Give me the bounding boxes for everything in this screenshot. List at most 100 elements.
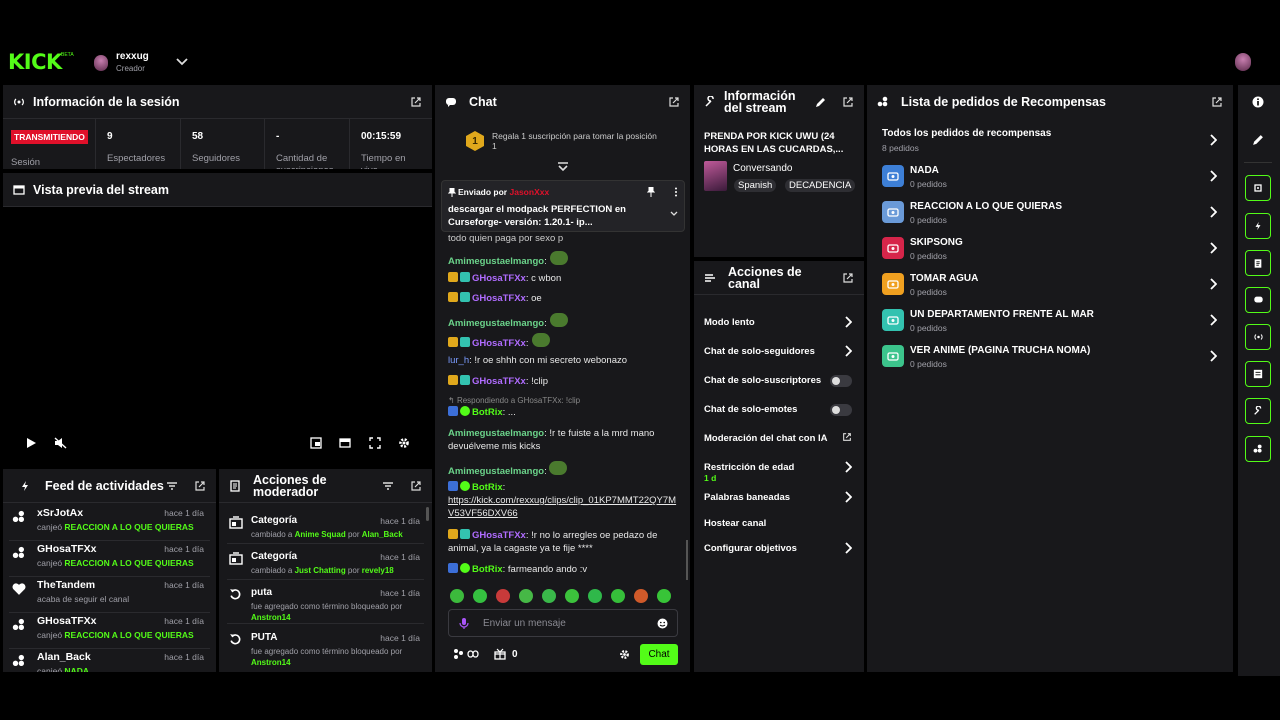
external-link-icon[interactable] <box>668 96 680 108</box>
emote-icon[interactable] <box>657 589 671 603</box>
tag[interactable]: DECADENCIA <box>785 179 856 192</box>
pin-icon[interactable] <box>647 187 655 197</box>
feed-user[interactable]: Alan_Back <box>37 651 91 663</box>
chat-username[interactable]: GHosaTFXx <box>472 273 526 284</box>
emote-icon[interactable] <box>496 589 510 603</box>
emote-icon[interactable] <box>634 589 648 603</box>
channel-action-item[interactable]: Chat de solo-emotes <box>694 400 864 424</box>
gear-icon[interactable] <box>619 649 630 660</box>
pencil-icon[interactable] <box>1252 134 1264 146</box>
more-options-icon[interactable] <box>674 187 678 197</box>
chevron-down-icon[interactable] <box>176 57 188 67</box>
rail-button-rewards[interactable] <box>1245 436 1271 462</box>
chat-username[interactable]: Amimegustaelmango <box>448 256 544 267</box>
emote-icon[interactable] <box>519 589 533 603</box>
channel-action-item[interactable]: Hostear canal <box>694 514 864 538</box>
reward-item[interactable]: TOMAR AGUA 0 pedidos <box>867 270 1233 300</box>
theater-icon[interactable] <box>339 437 351 449</box>
modaction-item[interactable]: PUTA hace 1 día fue agregado como término … <box>219 630 432 670</box>
gift-box-icon[interactable] <box>494 648 506 660</box>
modaction-item[interactable]: puta hace 1 día fue agregado como término … <box>219 585 432 625</box>
play-icon[interactable] <box>25 437 37 449</box>
chevron-right-icon <box>1209 278 1217 290</box>
live-time: 00:15:59 <box>361 131 402 142</box>
chat-scrollbar[interactable] <box>686 540 688 580</box>
rail-button-chat[interactable] <box>1245 287 1271 313</box>
feed-user[interactable]: TheTandem <box>37 579 95 591</box>
profile-avatar[interactable] <box>1235 53 1251 71</box>
rail-button-session[interactable] <box>1245 324 1271 350</box>
feed-user[interactable]: xSrJotAx <box>37 507 83 519</box>
kick-logo[interactable]: KICK BETA <box>8 50 74 74</box>
filter-icon[interactable] <box>166 480 178 492</box>
channel-action-item[interactable]: Chat de solo-suscriptores <box>694 371 864 395</box>
external-link-icon[interactable] <box>1211 96 1223 108</box>
all-rewards-row[interactable]: Todos los pedidos de recompensas 8 pedid… <box>867 125 1233 155</box>
chevron-down-icon[interactable] <box>670 211 678 217</box>
gear-icon[interactable] <box>398 437 410 449</box>
external-link-icon[interactable] <box>410 480 422 492</box>
tag[interactable]: Spanish <box>734 179 777 192</box>
chat-username[interactable]: GHosaTFXx <box>472 376 526 387</box>
external-link-icon[interactable] <box>842 96 854 108</box>
fullscreen-icon[interactable] <box>369 437 381 449</box>
reward-item[interactable]: SKIPSONG 0 pedidos <box>867 234 1233 264</box>
pinned-message[interactable]: Enviado por JasonXxx descargar el modpac… <box>441 180 685 232</box>
emote-icon[interactable] <box>588 589 602 603</box>
feed-item[interactable]: xSrJotAx hace 1 día canjeó REACCION A LO Q… <box>3 505 216 541</box>
rail-button-modactions[interactable] <box>1245 250 1271 276</box>
channel-action-item[interactable]: Restricción de edad 1 d <box>694 458 864 483</box>
reward-item[interactable]: UN DEPARTAMENTO FRENTE AL MAR 0 pedidos <box>867 306 1233 336</box>
reward-item[interactable]: NADA 0 pedidos <box>867 162 1233 192</box>
emote-icon[interactable] <box>450 589 464 603</box>
edit-icon[interactable] <box>815 97 826 108</box>
reward-item[interactable]: VER ANIME (PAGINA TRUCHA NOMA) 0 pedidos <box>867 342 1233 372</box>
channel-action-item[interactable]: Configurar objetivos <box>694 539 864 563</box>
modaction-item[interactable]: Categoría hace 1 día cambiado a Just Chatt… <box>219 549 432 589</box>
rail-button-channel[interactable] <box>1245 361 1271 387</box>
feed-item[interactable]: GHosaTFXx hace 1 día canjeó REACCION A LO … <box>3 541 216 577</box>
rail-button-streaminfo[interactable] <box>1245 398 1271 424</box>
channel-action-item[interactable]: Palabras baneadas <box>694 488 864 512</box>
microphone-icon[interactable] <box>459 617 469 630</box>
toggle-switch[interactable] <box>830 404 852 416</box>
send-chat-button[interactable]: Chat <box>640 644 678 665</box>
chat-username[interactable]: GHosaTFXx <box>472 293 526 304</box>
feed-user[interactable]: GHosaTFXx <box>37 615 97 627</box>
filter-icon[interactable] <box>382 480 394 492</box>
chat-input[interactable]: Enviar un mensaje <box>448 609 678 637</box>
feed-item[interactable]: Alan_Back hace 1 día canjeó NADA <box>3 649 216 672</box>
chat-username[interactable]: GHosaTFXx <box>472 338 526 349</box>
reward-item[interactable]: REACCION A LO QUE QUIERAS 0 pedidos <box>867 198 1233 228</box>
toggle-switch[interactable] <box>830 375 852 387</box>
mute-icon[interactable] <box>54 437 67 449</box>
external-link-icon[interactable] <box>194 480 206 492</box>
emote-icon[interactable] <box>611 589 625 603</box>
chevron-down-icon[interactable] <box>557 162 569 172</box>
feed-item[interactable]: GHosaTFXx hace 1 día canjeó REACCION A LO … <box>3 613 216 649</box>
points-icon[interactable] <box>452 648 482 660</box>
avatar[interactable] <box>94 55 108 71</box>
gift-rank-badge[interactable]: 1 <box>466 131 484 151</box>
external-link-icon[interactable] <box>410 96 422 108</box>
clip-link[interactable]: https://kick.com/rexxug/clips/clip_01KP7… <box>448 495 676 519</box>
rail-button-activity[interactable] <box>1245 213 1271 239</box>
chat-username[interactable]: Amimegustaelmango <box>448 318 544 329</box>
feed-item[interactable]: TheTandem hace 1 día acaba de seguir el ca… <box>3 577 216 613</box>
external-link-icon[interactable] <box>842 272 854 284</box>
pip-icon[interactable] <box>310 437 322 449</box>
channel-action-item[interactable]: Chat de solo-seguidores <box>694 342 864 366</box>
channel-action-item[interactable]: Modo lento <box>694 313 864 337</box>
emote-icon[interactable] <box>565 589 579 603</box>
rail-button-broadcast[interactable] <box>1245 175 1271 201</box>
modaction-item[interactable]: Categoría hace 1 día cambiado a Anime Squa… <box>219 513 432 553</box>
feed-user[interactable]: GHosaTFXx <box>37 543 97 555</box>
info-icon[interactable] <box>1252 96 1264 108</box>
emote-icon[interactable] <box>473 589 487 603</box>
emote-icon[interactable] <box>542 589 556 603</box>
emoji-icon[interactable] <box>657 618 668 629</box>
scrollbar[interactable] <box>426 507 429 521</box>
channel-action-item[interactable]: Moderación del chat con IA <box>694 429 864 453</box>
pinned-user[interactable]: JasonXxx <box>510 187 550 197</box>
chat-username[interactable]: lur_h <box>448 355 469 366</box>
